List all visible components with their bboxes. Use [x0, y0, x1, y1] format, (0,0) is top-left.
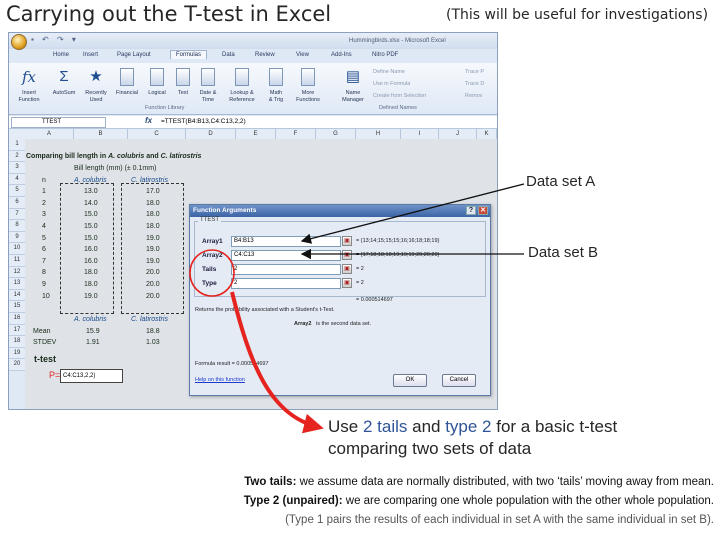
- callout-data-set-a: Data set A: [526, 173, 596, 190]
- instruction-line2: comparing two sets of data: [328, 439, 532, 458]
- instruction-type: type 2: [445, 417, 492, 436]
- footnote-type-2: Type 2 (unpaired): we are comparing one …: [0, 491, 720, 511]
- footnote-two-tails-text: we assume data are normally distributed,…: [296, 476, 714, 488]
- footnote-type-2-bold: Type 2 (unpaired):: [243, 495, 343, 507]
- instruction-part: Use: [328, 417, 363, 436]
- instruction-part: for a basic t-test: [491, 417, 618, 436]
- callout-data-set-b: Data set B: [528, 244, 599, 261]
- instruction-text: Use 2 tails and type 2 for a basic t-tes…: [328, 416, 617, 460]
- tails-type-highlight-circle: [189, 249, 235, 297]
- red-curved-arrow: [230, 291, 324, 434]
- arrow-data-set-a: [300, 183, 525, 244]
- instruction-tails: 2 tails: [362, 417, 408, 436]
- footnote-type-1: (Type 1 pairs the results of each indivi…: [285, 514, 714, 526]
- footnote-two-tails-bold: Two tails:: [244, 476, 297, 488]
- footnote-type-2-text: we are comparing one whole population wi…: [342, 495, 714, 507]
- instruction-part: and: [407, 417, 446, 436]
- footnote-two-tails: Two tails: we assume data are normally d…: [0, 472, 720, 492]
